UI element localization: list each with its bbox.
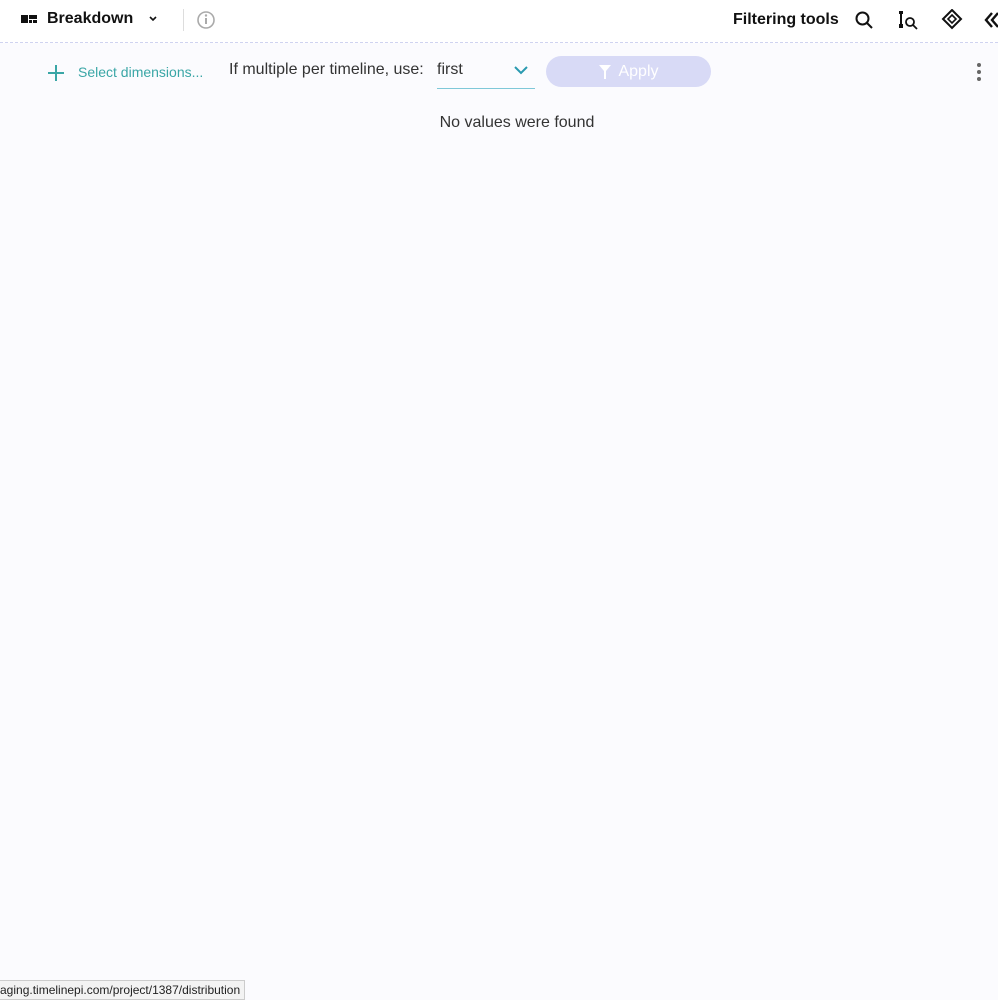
select-dimensions-button[interactable]: Select dimensions... <box>78 64 203 80</box>
status-bar-url: aging.timelinepi.com/project/1387/distri… <box>0 980 246 1000</box>
plus-icon[interactable] <box>47 64 65 82</box>
attribute-search-icon[interactable] <box>898 10 920 30</box>
cube-icon[interactable] <box>941 9 963 31</box>
more-options-icon[interactable] <box>975 62 983 82</box>
multiple-select[interactable]: first <box>437 58 535 89</box>
search-icon[interactable] <box>854 10 874 30</box>
breakdown-icon <box>21 15 37 23</box>
info-icon[interactable] <box>196 10 216 30</box>
apply-label: Apply <box>618 62 659 80</box>
filter-icon <box>599 64 612 79</box>
filtering-tools-label: Filtering tools <box>733 11 839 28</box>
view-title[interactable]: Breakdown <box>47 10 133 28</box>
collapse-icon[interactable] <box>984 11 998 29</box>
chevron-down-icon[interactable] <box>148 15 158 23</box>
multiple-select-value: first <box>437 61 463 78</box>
empty-message: No values were found <box>439 114 595 131</box>
top-bar: Breakdown Filtering tools <box>0 0 998 43</box>
chevron-down-icon <box>514 66 528 75</box>
multiple-label: If multiple per timeline, use: <box>229 61 424 78</box>
divider <box>183 9 184 31</box>
apply-button[interactable]: Apply <box>546 56 711 87</box>
